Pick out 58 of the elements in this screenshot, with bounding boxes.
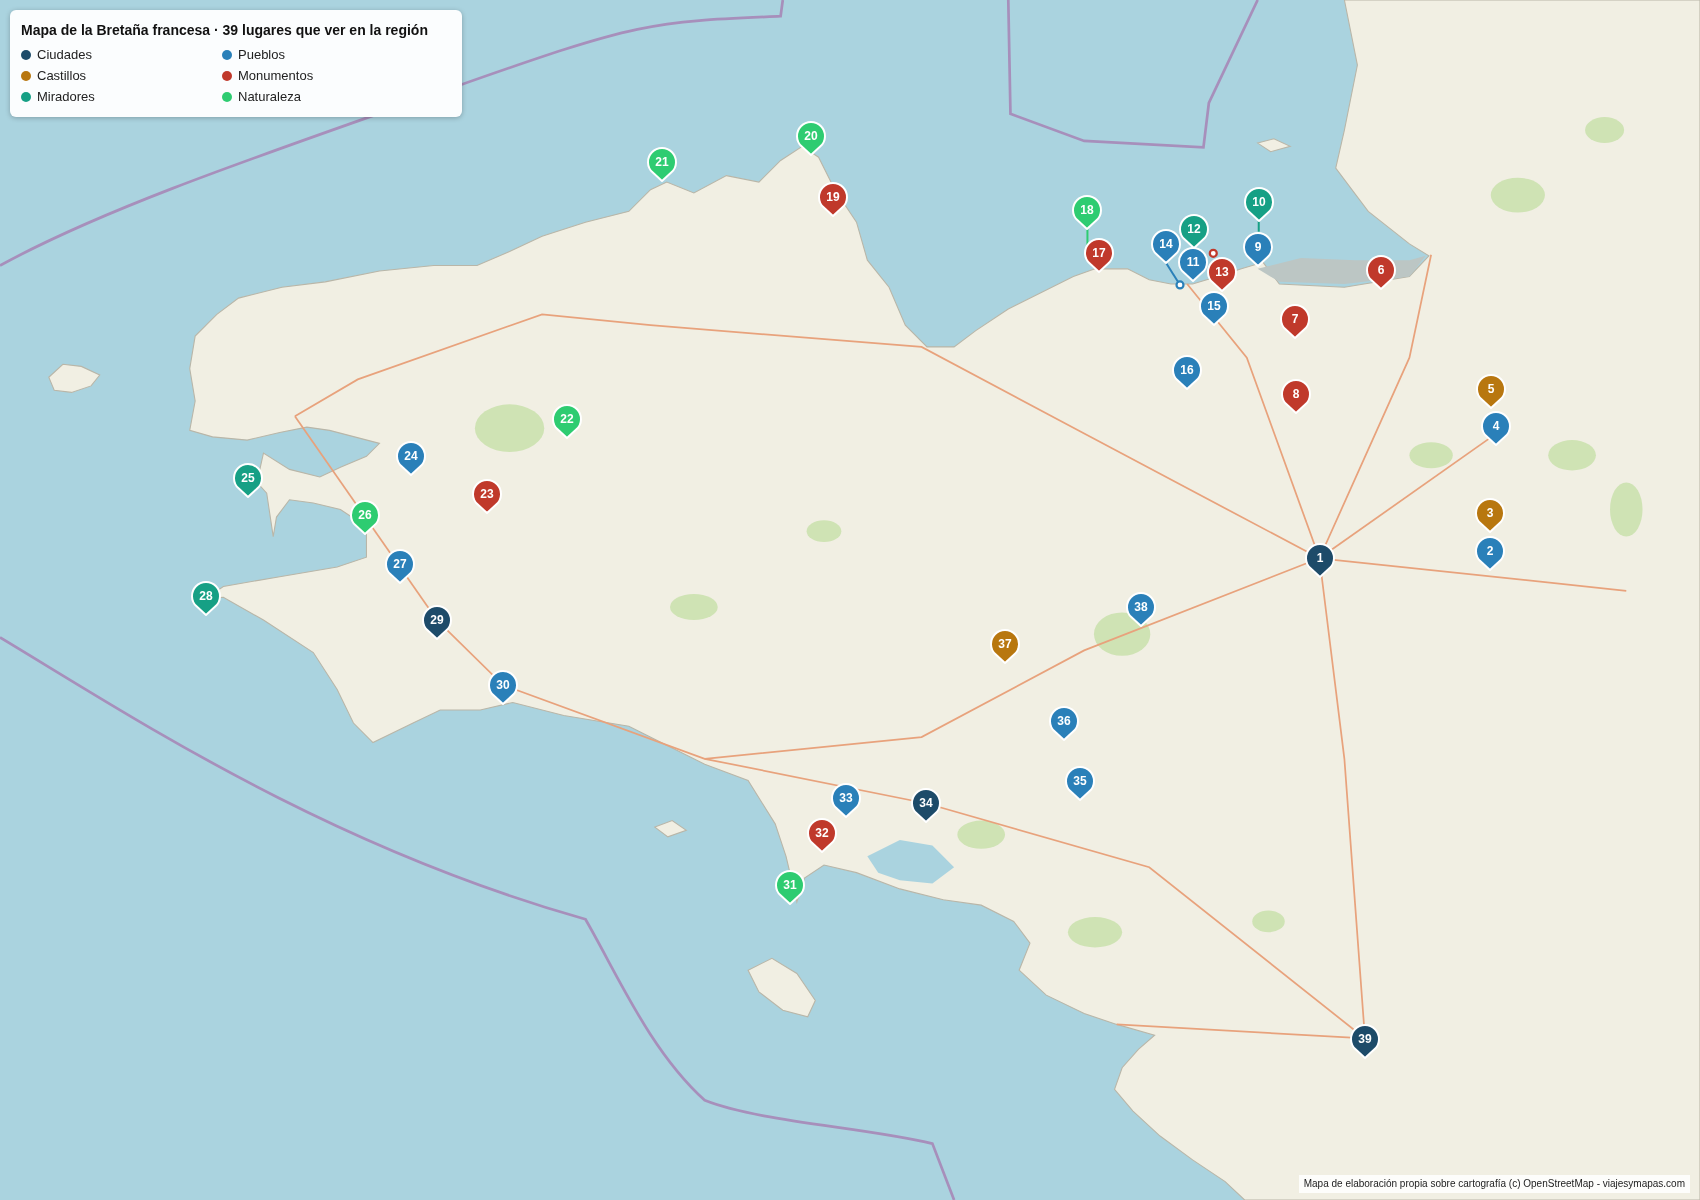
map-pin[interactable]: 39 [1349,1022,1381,1060]
forest-area [670,594,718,621]
map-pin[interactable]: 23 [470,478,503,516]
forest-area [474,404,545,453]
map-pin[interactable]: 33 [829,782,862,819]
map-pin[interactable]: 15 [1198,289,1231,327]
forest-area [1252,910,1285,933]
map-pin[interactable]: 25 [232,462,265,500]
map-pin[interactable]: 28 [190,580,222,618]
map-pin[interactable]: 8 [1279,377,1312,415]
map-pin[interactable]: 34 [909,787,942,825]
forest-area [1548,440,1596,471]
map-pin[interactable]: 7 [1278,302,1311,340]
map-pin[interactable]: 35 [1063,764,1096,802]
island-area [653,820,688,838]
forest-area [806,520,842,542]
forest-area [1585,117,1625,144]
map-pin[interactable]: 24 [394,440,427,478]
map-pin[interactable]: 6 [1365,254,1398,291]
map-pin[interactable]: 2 [1473,534,1506,572]
map-pin[interactable]: 3 [1473,496,1506,534]
map-pin[interactable]: 16 [1171,353,1204,391]
map-pin[interactable]: 37 [989,628,1021,665]
legend-label: Ciudades [37,46,92,64]
map-pin[interactable]: 38 [1124,591,1157,629]
forest-area [1409,442,1453,469]
forest-area [1490,177,1545,213]
map-pin[interactable]: 9 [1241,231,1274,269]
map-pin[interactable]: 10 [1242,185,1275,223]
legend-label: Castillos [37,67,87,85]
attribution-text: Mapa de elaboración propia sobre cartografía (c) OpenStreetMap - viajesymapas.com [1298,1175,1690,1193]
map-pin[interactable]: 4 [1480,410,1513,448]
forest-area [1610,482,1643,537]
island-area [747,957,816,1018]
legend-label: Monumentos [238,67,314,85]
legend-label: Naturaleza [238,88,301,106]
island-area [48,363,101,393]
map-pin[interactable]: 11 [1176,246,1209,284]
map-pin[interactable]: 5 [1474,373,1507,411]
legend-label: Miradores [37,88,95,106]
map-pin[interactable]: 12 [1177,212,1210,250]
map-pin[interactable]: 17 [1083,236,1116,274]
map-pin[interactable]: 36 [1047,705,1080,742]
map-pin[interactable]: 27 [384,547,417,585]
map-pin[interactable]: 1 [1303,542,1336,580]
location-dot-icon [1208,248,1218,258]
island-area [1256,138,1292,153]
map-pin[interactable]: 14 [1149,227,1182,265]
map-pin[interactable]: 13 [1205,256,1238,294]
forest-area [1067,917,1123,948]
legend-label: Pueblos [238,46,285,64]
location-dot-icon [1175,280,1185,290]
map-pin[interactable]: 19 [816,181,849,219]
map-pin[interactable]: 29 [420,604,453,642]
map-pin[interactable]: 32 [805,816,838,854]
forest-area [957,820,1006,849]
legend-title: Mapa de la Bretaña francesa · 39 lugares que ver en la región [21,21,429,39]
map-pin[interactable]: 30 [487,669,520,707]
